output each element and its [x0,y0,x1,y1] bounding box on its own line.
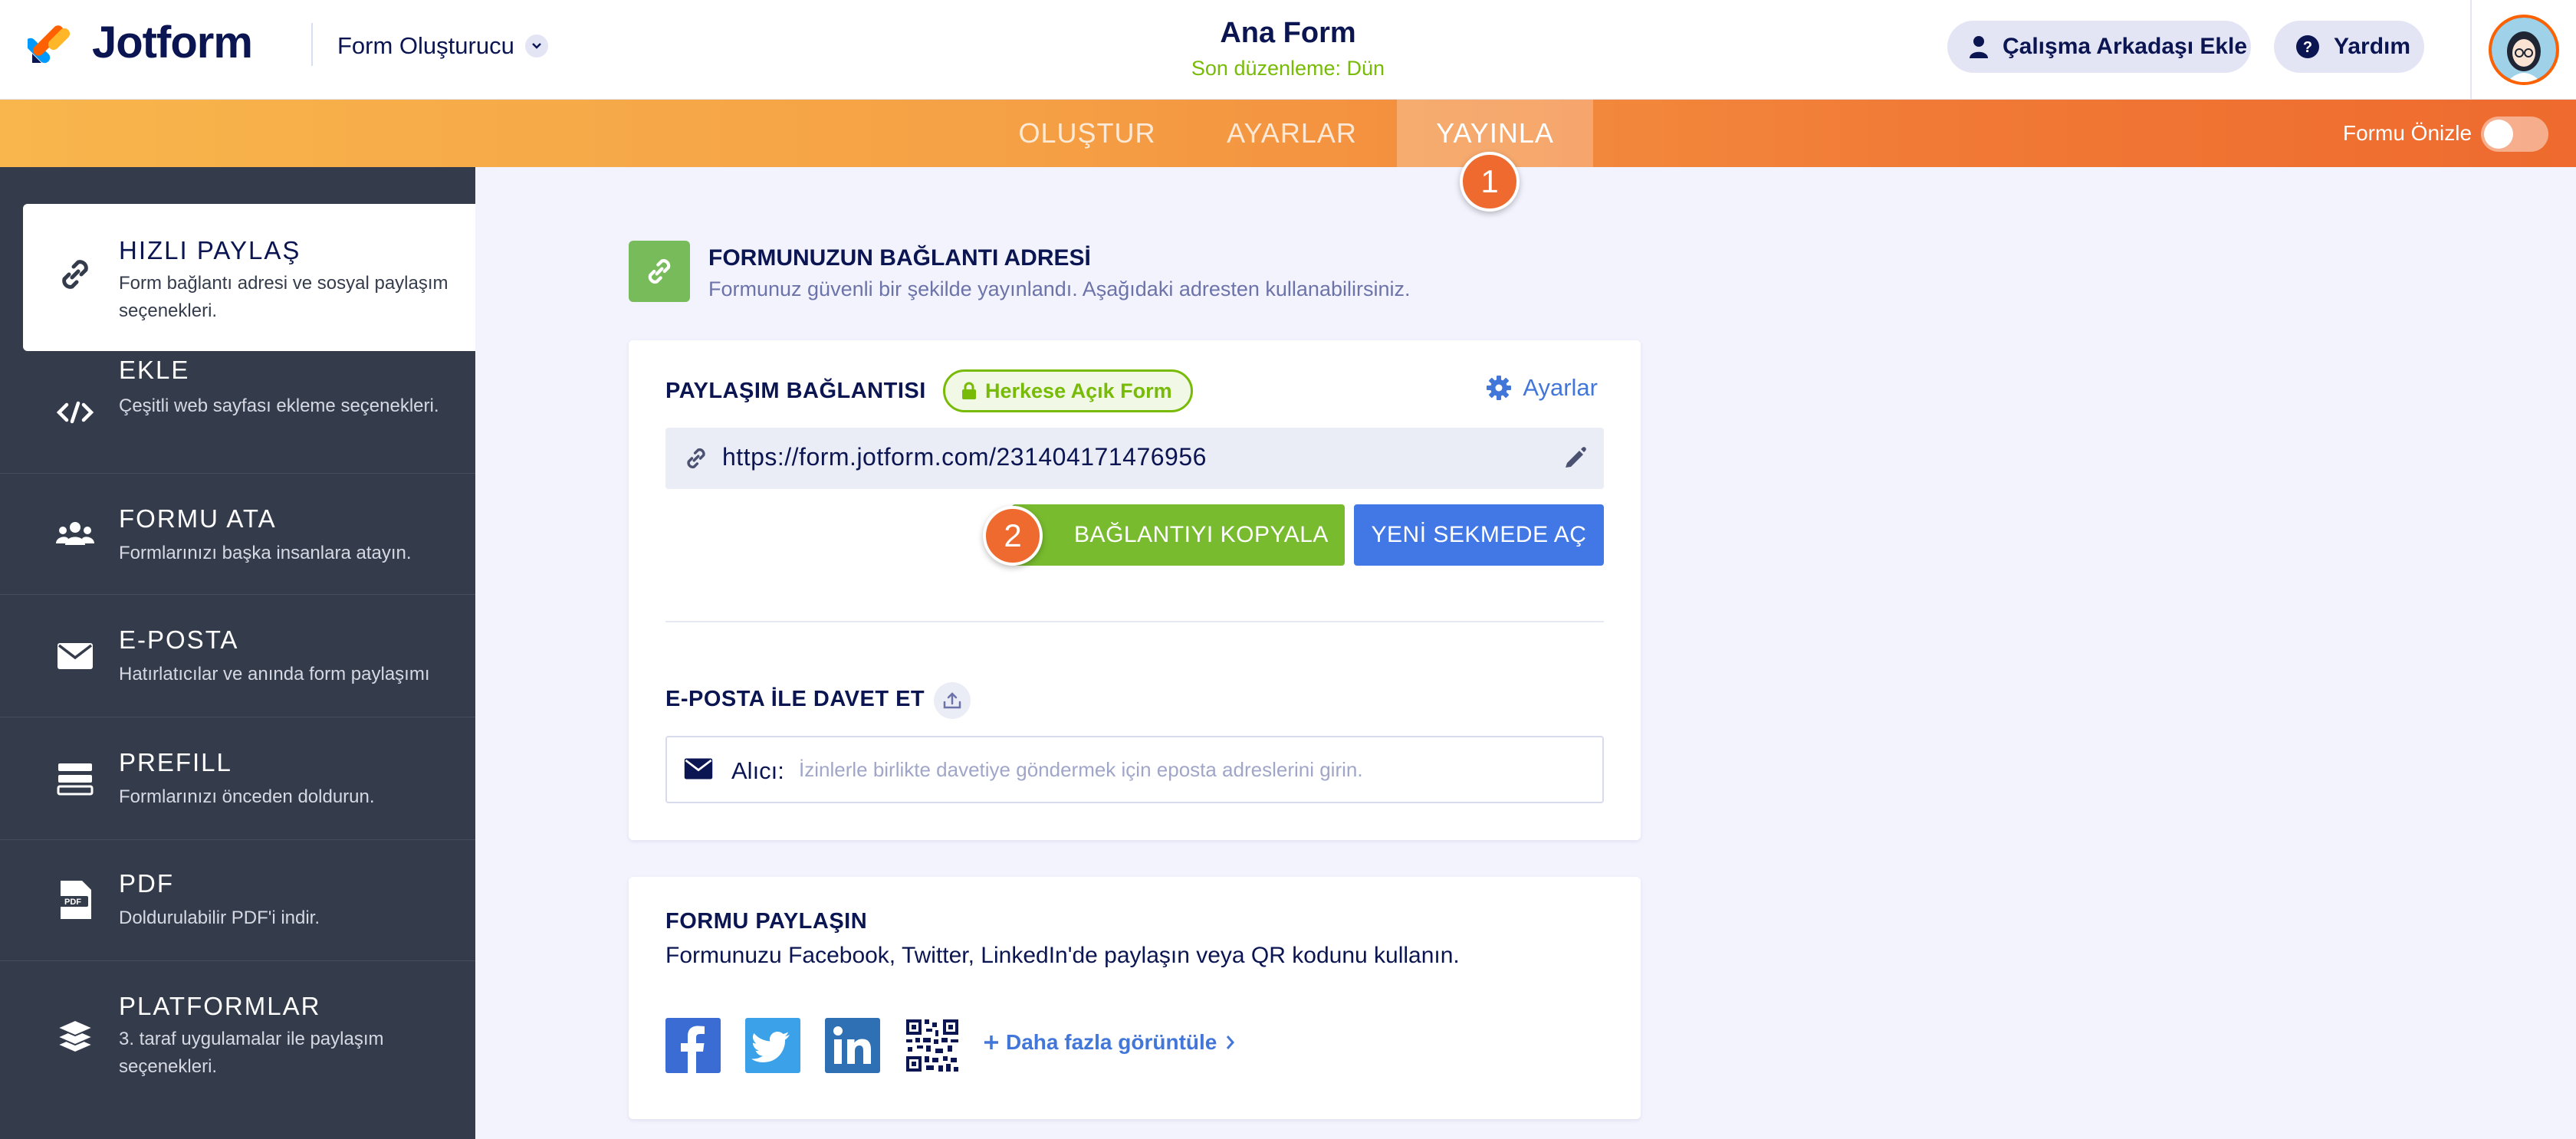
lock-icon [961,382,978,400]
publish-sidebar: HIZLI PAYLAŞ Form bağlantı adresi ve sos… [0,167,475,1139]
sidebar-item-desc: Formlarınızı önceden doldurun. [119,786,375,807]
pdf-icon: PDF [54,878,97,921]
share-form-description: Formunuzu Facebook, Twitter, LinkedIn'de… [665,943,1460,968]
step-badge-1: 1 [1460,152,1520,212]
help-label: Yardım [2334,34,2411,59]
section-title: FORMUNUZUN BAĞLANTI ADRESİ [708,245,1091,271]
share-link-card: PAYLAŞIM BAĞLANTISI Herkese Açık Form Ay… [629,340,1641,840]
share-url-field[interactable]: https://form.jotform.com/231404171476956 [665,428,1604,489]
envelope-icon [684,757,713,784]
sidebar-item-title: HIZLI PAYLAŞ [119,236,301,264]
toggle-knob [2484,120,2513,149]
public-form-label: Herkese Açık Form [985,379,1172,402]
link-icon [54,253,97,296]
facebook-icon[interactable] [665,1018,721,1073]
sidebar-item-desc: Doldurulabilir PDF'i indir. [119,908,320,928]
sidebar-item-email[interactable]: E-POSTA Hatırlatıcılar ve anında form pa… [0,595,475,717]
preview-form-label: Formu Önizle [2343,121,2472,145]
plus-icon [983,1034,1000,1051]
layers-icon [54,1015,97,1058]
prefill-icon [54,757,97,800]
svg-text:PDF: PDF [64,898,81,907]
users-icon [54,512,97,555]
sidebar-item-quick-share[interactable]: HIZLI PAYLAŞ Form bağlantı adresi ve sos… [23,204,475,351]
sidebar-item-title: PDF [119,869,174,898]
sidebar-item-platforms[interactable]: PLATFORMLAR 3. taraf uygulamalar ile pay… [0,961,475,1114]
help-button[interactable]: ? Yardım [2274,21,2424,73]
link-icon [682,445,710,476]
section-subtitle: Formunuz güvenli bir şekilde yayınlandı.… [708,277,1411,300]
chevron-right-icon [1226,1035,1235,1050]
sidebar-item-assign-form[interactable]: FORMU ATA Formlarınızı başka insanlara a… [0,474,475,595]
sidebar-item-embed[interactable]: EKLE Çeşitli web sayfası ekleme seçenekl… [0,353,475,474]
share-link-label: PAYLAŞIM BAĞLANTISI [665,379,926,403]
email-invite-field[interactable]: Alıcı: [665,736,1604,803]
copy-link-button[interactable]: BAĞLANTIYI KOPYALA [1012,504,1345,566]
avatar [2489,15,2559,85]
jotform-logo[interactable]: Jotform [28,17,253,67]
chevron-down-icon [524,34,548,57]
user-icon [1969,35,1989,58]
avatar-icon [2492,18,2556,82]
link-icon [629,241,690,302]
svg-text:?: ? [2303,39,2312,56]
sidebar-item-title: PLATFORMLAR [119,992,321,1020]
email-invite-label: E-POSTA İLE DAVET ET [665,687,925,711]
edit-url-icon[interactable] [1562,445,1589,474]
form-title[interactable]: Ana Form [1135,17,1441,50]
envelope-icon [54,635,97,678]
gear-icon [1486,375,1512,401]
sidebar-item-desc: Form bağlantı adresi ve sosyal paylaşım … [119,273,449,321]
sidebar-item-title: PREFILL [119,748,232,776]
jotform-logo-icon [28,25,71,64]
sidebar-item-pdf[interactable]: PDF PDF Doldurulabilir PDF'i indir. [0,840,475,961]
sidebar-item-title: EKLE [119,356,190,384]
sidebar-item-title: E-POSTA [119,625,239,654]
logo-text: Jotform [92,17,253,67]
recipient-input[interactable] [799,748,1581,791]
view-more-label: Daha fazla görüntüle [1006,1030,1217,1054]
view-more-link[interactable]: Daha fazla görüntüle [983,1030,1235,1055]
builder-nav-bar: OLUŞTUR AYARLAR YAYINLA Formu Önizle [0,100,2576,167]
sidebar-item-title: FORMU ATA [119,504,277,533]
twitter-icon[interactable] [745,1018,800,1073]
sidebar-item-desc: 3. taraf uygulamalar ile paylaşım seçene… [119,1029,384,1077]
user-menu[interactable] [2470,0,2576,100]
builder-label: Form Oluşturucu [337,32,514,59]
sidebar-item-desc: Formlarınızı başka insanlara atayın. [119,543,412,563]
open-new-tab-button[interactable]: YENİ SEKMEDE AÇ [1354,504,1604,566]
share-settings-label: Ayarlar [1523,374,1598,401]
section-divider [665,621,1604,622]
top-header: Jotform Form Oluşturucu Ana Form Son düz… [0,0,2576,100]
tab-settings[interactable]: AYARLAR [1196,100,1388,167]
help-icon: ? [2295,34,2320,59]
share-form-title: FORMU PAYLAŞIN [665,909,868,934]
share-settings-link[interactable]: Ayarlar [1486,374,1598,402]
share-form-card: FORMU PAYLAŞIN Formunuzu Facebook, Twitt… [629,877,1641,1119]
sidebar-item-desc: Çeşitli web sayfası ekleme seçenekleri. [119,396,439,416]
tab-build[interactable]: OLUŞTUR [997,100,1178,167]
last-edited-text: Son düzenleme: Dün [1191,57,1385,80]
recipient-label: Alıcı: [731,757,784,784]
share-url-text: https://form.jotform.com/231404171476956 [722,443,1207,471]
qr-code-icon[interactable] [905,1018,960,1073]
add-collaborator-button[interactable]: Çalışma Arkadaşı Ekle [1947,21,2251,73]
builder-dropdown[interactable]: Form Oluşturucu [337,28,548,64]
linkedin-icon[interactable] [825,1018,880,1073]
sidebar-item-desc: Hatırlatıcılar ve anında form paylaşımı [119,664,430,684]
add-collaborator-label: Çalışma Arkadaşı Ekle [2003,34,2248,59]
preview-form-toggle[interactable] [2481,117,2548,152]
step-badge-2: 2 [983,506,1043,566]
sidebar-item-prefill[interactable]: PREFILL Formlarınızı önceden doldurun. [0,717,475,840]
code-icon [54,391,97,434]
upload-icon[interactable] [934,682,971,719]
public-form-badge[interactable]: Herkese Açık Form [943,369,1193,412]
header-divider [311,23,313,66]
